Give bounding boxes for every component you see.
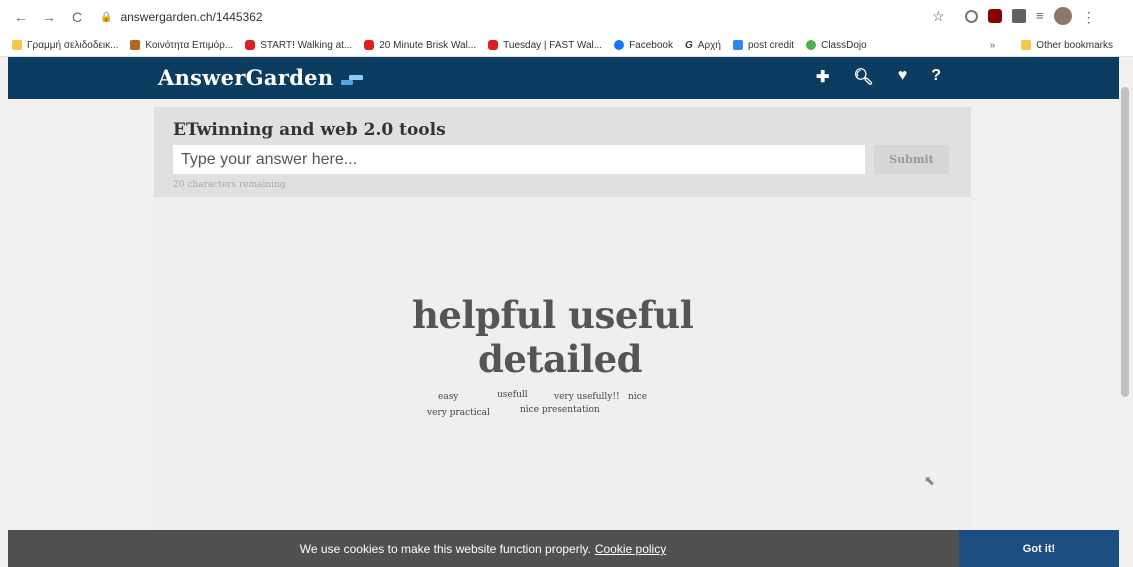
- facebook-icon: [614, 40, 625, 50]
- cookie-message: We use cookies to make this website func…: [299, 542, 667, 556]
- cloud-word[interactable]: nice: [628, 392, 647, 402]
- bookmark-item[interactable]: Γραμμή σελιδοδεικ...: [12, 40, 118, 51]
- bookmark-item[interactable]: post credit: [732, 40, 794, 51]
- bookmarks-overflow: » Other bookmarks: [990, 34, 1113, 56]
- cloud-word[interactable]: nice presentation: [520, 405, 600, 415]
- mouse-cursor-icon: ⬉: [924, 473, 935, 488]
- extension-circle-icon[interactable]: [965, 9, 978, 23]
- word-cloud: helpful useful detailed easy usefull ver…: [154, 197, 971, 547]
- plus-icon[interactable]: ✚: [816, 67, 829, 87]
- cloud-word[interactable]: usefull: [497, 390, 528, 400]
- site-header: AnswerGarden ✚ 🔍︎ ♥ ?: [8, 57, 1119, 99]
- bookmark-item[interactable]: G Αρχή: [685, 40, 721, 52]
- answer-input[interactable]: [173, 145, 865, 174]
- reload-icon[interactable]: C: [70, 9, 84, 25]
- search-icon[interactable]: 🔍︎: [853, 67, 873, 87]
- got-it-button[interactable]: Got it!: [959, 530, 1119, 567]
- characters-remaining: 20 characters remaining: [173, 180, 286, 190]
- reading-list-icon[interactable]: ≡: [1036, 9, 1044, 23]
- browser-toolbar: ← → C 🔒 answergarden.ch/1445362 ☆ ≡ ⋮: [0, 0, 1133, 34]
- cookie-banner: We use cookies to make this website func…: [8, 530, 1119, 567]
- heart-icon[interactable]: ♥: [898, 67, 908, 87]
- folder-icon: [12, 40, 22, 50]
- bookmark-item[interactable]: Facebook: [614, 40, 673, 51]
- cookie-policy-link[interactable]: Cookie policy: [595, 542, 666, 556]
- logo-speech-icon: [341, 74, 364, 85]
- cloud-word[interactable]: helpful useful: [412, 293, 694, 337]
- classdojo-icon: [806, 40, 817, 50]
- bookmark-star-icon[interactable]: ☆: [932, 8, 945, 25]
- bookmarks-more-button[interactable]: »: [990, 40, 996, 51]
- tree-icon: [130, 40, 141, 50]
- youtube-icon: [488, 40, 499, 50]
- postcredit-icon: [732, 40, 743, 50]
- bookmark-item[interactable]: 20 Minute Brisk Wal...: [364, 40, 476, 51]
- folder-icon: [1021, 40, 1032, 50]
- help-icon[interactable]: ?: [931, 67, 941, 87]
- bookmark-item[interactable]: ClassDojo: [806, 40, 867, 51]
- profile-avatar[interactable]: [1053, 7, 1072, 25]
- forward-arrow-icon[interactable]: →: [42, 9, 56, 25]
- question-box: ETwinning and web 2.0 tools Submit 20 ch…: [154, 107, 971, 197]
- bookmark-item[interactable]: START! Walking at...: [245, 40, 352, 51]
- question-title: ETwinning and web 2.0 tools: [173, 120, 446, 140]
- cloud-word[interactable]: detailed: [478, 337, 643, 381]
- bookmark-item[interactable]: Tuesday | FAST Wal...: [488, 40, 602, 51]
- extensions-area: ≡ ⋮: [965, 7, 1096, 25]
- other-bookmarks[interactable]: Other bookmarks: [1021, 40, 1113, 51]
- header-icons: ✚ 🔍︎ ♥ ?: [816, 67, 941, 87]
- scrollbar-thumb[interactable]: [1121, 87, 1129, 397]
- lock-icon: 🔒: [100, 11, 113, 23]
- g-icon: G: [685, 40, 693, 51]
- youtube-icon: [245, 40, 256, 50]
- url-text: answergarden.ch/1445362: [120, 10, 263, 24]
- bookmark-item[interactable]: Κοινότητα Επιμόρ...: [130, 40, 233, 51]
- site-logo[interactable]: AnswerGarden: [158, 65, 364, 90]
- kebab-menu-icon[interactable]: ⋮: [1082, 9, 1096, 25]
- youtube-icon: [364, 40, 375, 50]
- main-panel: ETwinning and web 2.0 tools Submit 20 ch…: [154, 107, 971, 547]
- submit-button[interactable]: Submit: [874, 145, 949, 174]
- pdf-extension-icon[interactable]: [988, 9, 1002, 23]
- cloud-word[interactable]: easy: [438, 392, 458, 402]
- cloud-word[interactable]: very usefully!!: [554, 392, 620, 402]
- page-scrollbar[interactable]: [1119, 57, 1133, 567]
- puzzle-icon[interactable]: [1012, 9, 1026, 23]
- cloud-word[interactable]: very practical: [427, 408, 490, 418]
- address-bar[interactable]: 🔒 answergarden.ch/1445362: [100, 5, 960, 29]
- back-arrow-icon[interactable]: ←: [14, 9, 28, 25]
- bookmarks-bar: Γραμμή σελιδοδεικ... Κοινότητα Επιμόρ...…: [0, 34, 1133, 57]
